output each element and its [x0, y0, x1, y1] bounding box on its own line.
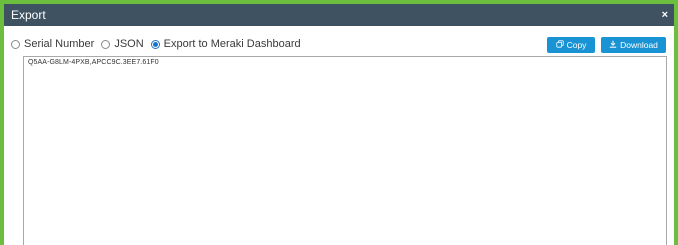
export-format-options: Serial Number JSON Export to Meraki Dash…	[11, 35, 308, 53]
option-serial-number[interactable]: Serial Number	[11, 38, 94, 50]
copy-label: Copy	[566, 40, 587, 50]
copy-button[interactable]: Copy	[547, 37, 595, 53]
dialog-title: Export	[11, 8, 46, 22]
serial-number-radio[interactable]	[11, 39, 20, 49]
meraki-dashboard-radio[interactable]	[150, 39, 160, 49]
dialog-titlebar: Export ×	[4, 4, 674, 26]
download-icon	[609, 40, 617, 50]
meraki-dashboard-label: Export to Meraki Dashboard	[163, 38, 301, 50]
copy-icon	[555, 40, 564, 50]
export-output-textarea[interactable]: Q5AA-G8LM-4PXB,APCC9C.3EE7.61F0	[23, 56, 667, 245]
json-radio[interactable]	[101, 39, 111, 49]
option-json[interactable]: JSON	[101, 38, 144, 50]
export-output-text: Q5AA-G8LM-4PXB,APCC9C.3EE7.61F0	[28, 59, 159, 66]
download-button[interactable]: Download	[601, 37, 666, 53]
close-icon[interactable]: ×	[662, 9, 668, 21]
export-dialog: Export × Serial Number JSON Export to Me…	[0, 0, 678, 245]
option-meraki-dashboard[interactable]: Export to Meraki Dashboard	[150, 38, 301, 50]
download-label: Download	[620, 40, 658, 50]
json-label: JSON	[114, 38, 144, 50]
serial-number-label: Serial Number	[24, 38, 95, 50]
